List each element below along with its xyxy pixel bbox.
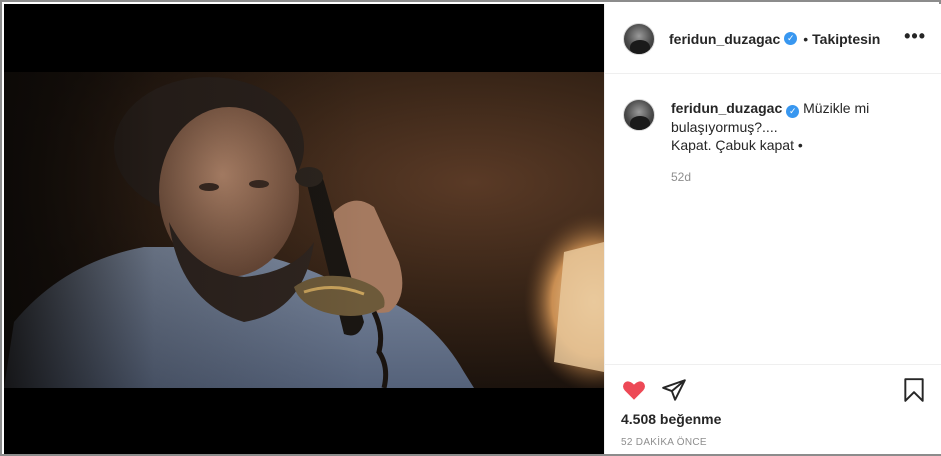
- caption-avatar[interactable]: [623, 99, 655, 131]
- vignette-overlay: [4, 72, 604, 388]
- post-time[interactable]: 52 DAKİKA ÖNCE: [621, 437, 707, 448]
- more-options-icon[interactable]: •••: [904, 26, 926, 47]
- follow-status-button[interactable]: Takiptesin: [812, 31, 880, 47]
- likes-count[interactable]: 4.508 beğenme: [621, 411, 721, 427]
- action-bar: 4.508 beğenme 52 DAKİKA ÖNCE: [605, 364, 941, 454]
- author-avatar[interactable]: [623, 22, 655, 55]
- author-username[interactable]: feridun_duzagac: [669, 31, 780, 47]
- share-icon[interactable]: [661, 377, 687, 403]
- caption-username[interactable]: feridun_duzagac: [671, 100, 782, 116]
- caption-body: feridun_duzagac ✓ Müzikle mi bulaşıyormuş…: [671, 99, 921, 154]
- post-sidebar: feridun_duzagac ✓ • Takiptesin ••• ferid…: [604, 4, 941, 454]
- caption-timestamp[interactable]: 52d: [671, 170, 691, 184]
- caption-verified-icon: ✓: [786, 105, 800, 118]
- header-separator: •: [803, 30, 809, 47]
- caption-text-line2: Kapat. Çabuk kapat •: [671, 137, 803, 153]
- post-window: feridun_duzagac ✓ • Takiptesin ••• ferid…: [0, 0, 941, 456]
- video-frame: [4, 72, 604, 388]
- verified-badge-icon: ✓: [784, 32, 798, 45]
- heart-icon[interactable]: [621, 377, 647, 403]
- bookmark-icon[interactable]: [901, 377, 927, 403]
- post-header: feridun_duzagac ✓ • Takiptesin •••: [605, 4, 941, 74]
- post-media[interactable]: [4, 4, 604, 454]
